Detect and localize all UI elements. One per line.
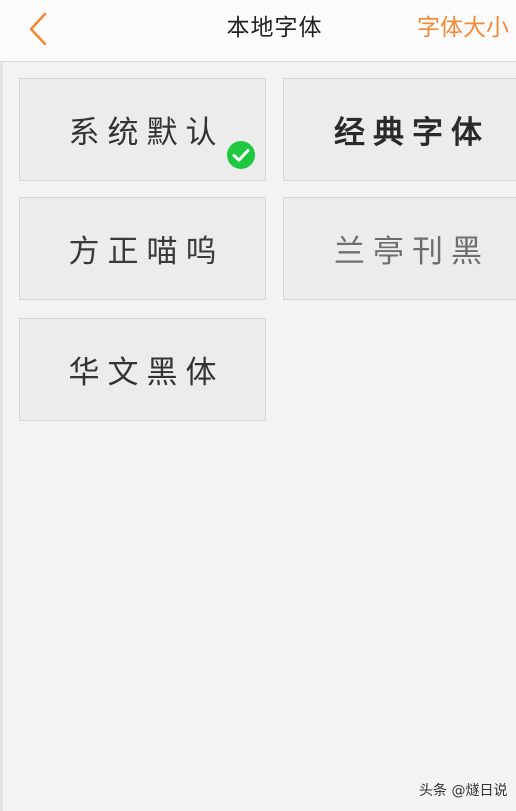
watermark: 头条 @燧日说 bbox=[419, 783, 508, 799]
left-edge-strip bbox=[0, 0, 3, 811]
top-bar: 本地字体 字体大小 bbox=[0, 0, 516, 62]
font-option-label: 华文黑体 bbox=[68, 355, 225, 391]
font-option-fangzheng-miaowu[interactable]: 方正喵呜 bbox=[19, 197, 266, 300]
font-option-label: 经典字体 bbox=[334, 115, 490, 151]
font-option-label: 方正喵呜 bbox=[68, 234, 225, 270]
check-icon bbox=[227, 141, 255, 169]
font-option-system-default[interactable]: 系统默认 bbox=[19, 78, 266, 181]
font-option-classic[interactable]: 经典字体 bbox=[283, 78, 516, 181]
font-size-tab[interactable]: 字体大小 bbox=[417, 0, 509, 58]
font-option-huawen-heiti[interactable]: 华文黑体 bbox=[19, 318, 266, 421]
font-option-label: 兰亭刊黑 bbox=[334, 234, 490, 270]
font-option-label: 系统默认 bbox=[68, 115, 225, 151]
font-option-lanting-kanhei[interactable]: 兰亭刊黑 bbox=[283, 197, 516, 300]
